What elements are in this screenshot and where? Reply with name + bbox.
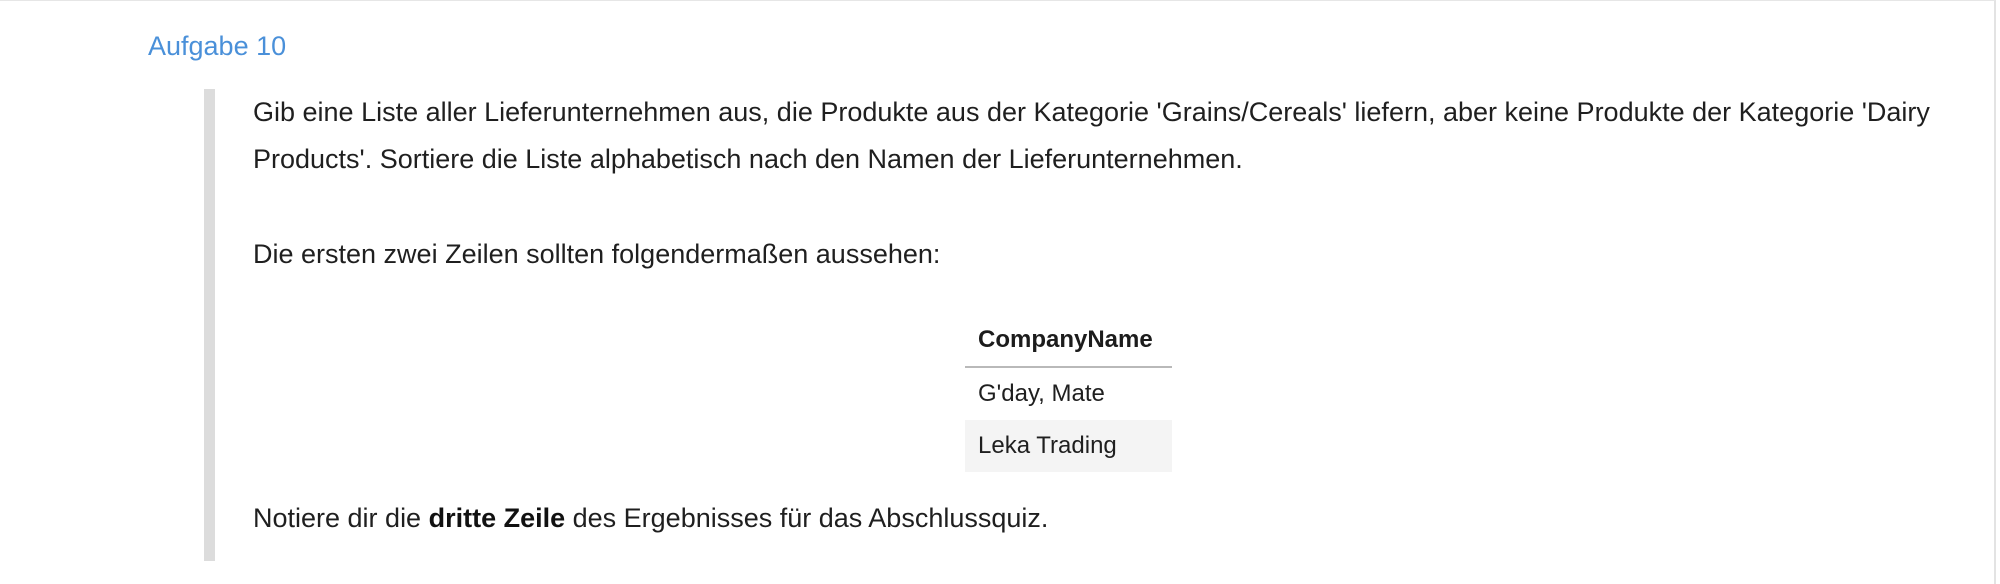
quiz-note: Notiere dir die dritte Zeile des Ergebni… [253,495,1973,542]
task-blockquote: Gib eine Liste aller Lieferunternehmen a… [204,89,1964,561]
table-cell: Leka Trading [965,420,1172,472]
table-cell: G'day, Mate [978,379,1105,407]
column-header-companyname: CompanyName [965,313,1172,368]
table-row: Leka Trading [965,420,1172,472]
quiz-note-suffix: des Ergebnisses für das Abschlussquiz. [565,503,1049,533]
quiz-note-emphasis: dritte Zeile [428,503,566,533]
task-heading: Aufgabe 10 [148,31,287,61]
task-description: Gib eine Liste aller Lieferunternehmen a… [253,97,1930,174]
page: Aufgabe 10 Gib eine Liste aller Lieferun… [0,0,1996,584]
table-header-row: CompanyName [965,313,1172,368]
example-intro: Die ersten zwei Zeilen sollten folgender… [253,239,941,269]
quiz-note-prefix: Notiere dir die [253,503,429,533]
example-result-table: CompanyName G'day, Mate Leka Trading [965,313,1172,472]
table-row: G'day, Mate [965,367,1172,420]
